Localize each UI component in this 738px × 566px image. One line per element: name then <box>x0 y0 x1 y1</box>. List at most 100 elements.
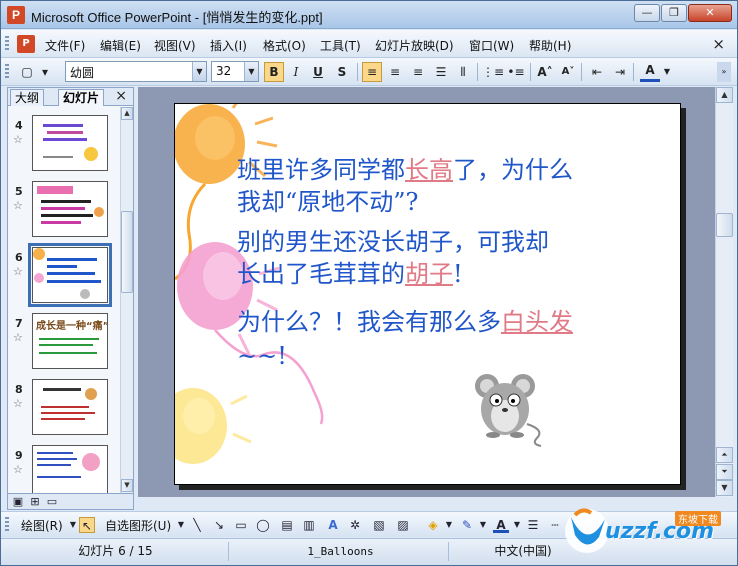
decrease-font-icon[interactable]: A˅ <box>558 62 578 82</box>
scroll-down-icon[interactable]: ▼ <box>716 480 733 496</box>
bullets-icon[interactable]: •≡ <box>506 62 526 82</box>
align-left-icon[interactable]: ≡ <box>362 62 382 82</box>
slide-position-status: 幻灯片 6 / 15 <box>3 542 229 561</box>
slide-scrollbar[interactable]: ▲ ⏶ ⏷ ▼ <box>715 87 733 497</box>
slide-thumbnail-row[interactable]: 9 ☆ <box>8 441 120 493</box>
slide-thumbnail-row[interactable]: 5 ☆ <box>8 177 120 239</box>
italic-button[interactable]: I <box>286 62 306 82</box>
font-color-button[interactable]: A <box>640 62 660 82</box>
align-center-icon[interactable]: ≡ <box>385 62 405 82</box>
chevron-down-icon[interactable]: ▼ <box>192 62 206 81</box>
vertical-textbox-icon[interactable]: ▥ <box>301 517 317 533</box>
new-slide-icon[interactable]: ▢ <box>17 62 37 82</box>
increase-indent-icon[interactable]: ⇥ <box>610 62 630 82</box>
menu-tools[interactable]: 工具(T) <box>320 37 361 54</box>
slide-thumbnail-row[interactable]: 8 ☆ <box>8 375 120 437</box>
menu-insert[interactable]: 插入(I) <box>210 37 247 54</box>
tab-slides[interactable]: 幻灯片 <box>58 89 105 106</box>
align-right-icon[interactable]: ≡ <box>408 62 428 82</box>
font-color-draw-icon[interactable]: A <box>493 517 509 533</box>
slide-sorter-icon[interactable]: ⊞ <box>27 494 43 510</box>
formatting-toolbar: ▢ ▾ 幼圆 ▼ 32 ▼ B I U S ≡ ≡ ≡ ☰ ⦀ ⋮≡ •≡ A˄… <box>1 58 737 86</box>
fill-color-icon[interactable]: ◈ <box>425 517 441 533</box>
document-close-icon[interactable]: × <box>712 35 725 53</box>
font-color-dropdown-icon[interactable]: ▼ <box>661 62 673 82</box>
line-style-icon[interactable]: ☰ <box>525 517 541 533</box>
tab-outline[interactable]: 大纲 <box>10 89 45 106</box>
underline-button[interactable]: U <box>308 62 328 82</box>
bold-button[interactable]: B <box>264 62 284 82</box>
document-icon[interactable]: P <box>17 35 35 53</box>
increase-font-icon[interactable]: A˄ <box>535 62 555 82</box>
line-tool-icon[interactable]: ╲ <box>189 517 205 533</box>
previous-slide-icon[interactable]: ⏶ <box>716 447 733 463</box>
next-slide-icon[interactable]: ⏷ <box>716 464 733 480</box>
slide-thumbnail[interactable] <box>32 115 108 171</box>
slide-thumbnail[interactable] <box>32 379 108 435</box>
chevron-down-icon[interactable]: ▼ <box>441 517 457 533</box>
diagram-icon[interactable]: ✲ <box>347 517 363 533</box>
chevron-down-icon[interactable]: ▼ <box>475 517 491 533</box>
scroll-thumb[interactable] <box>716 213 733 237</box>
slideshow-view-icon[interactable]: ▭ <box>44 494 60 510</box>
slide-text-line[interactable]: 班里许多同学都长高了，为什么 <box>237 154 573 186</box>
slide-thumbnail-row[interactable]: 6 ☆ <box>8 243 120 307</box>
close-button[interactable]: ✕ <box>688 4 732 22</box>
picture-icon[interactable]: ▨ <box>395 517 411 533</box>
menu-help[interactable]: 帮助(H) <box>529 37 571 54</box>
menu-edit[interactable]: 编辑(E) <box>100 37 141 54</box>
scroll-thumb[interactable] <box>121 211 133 293</box>
slide-thumbnail-row[interactable]: 4 ☆ <box>8 111 120 173</box>
autoshapes-button[interactable]: 自选图形(U) <box>105 517 171 534</box>
slide-thumbnail-selected[interactable] <box>28 243 112 307</box>
numbering-icon[interactable]: ⋮≡ <box>482 62 504 82</box>
slide-thumbnail[interactable]: 成长是一种“痛” <box>32 313 108 369</box>
minimize-button[interactable]: — <box>634 4 660 22</box>
font-size-combo[interactable]: 32 ▼ <box>211 61 259 82</box>
clipart-icon[interactable]: ▧ <box>371 517 387 533</box>
slide-text-line[interactable]: 为什么？！我会有那么多白头发 <box>237 306 573 338</box>
toolbar-options-icon[interactable]: ▾ <box>39 62 51 82</box>
panel-close-icon[interactable]: × <box>115 88 127 104</box>
powerpoint-app-icon[interactable]: P <box>7 6 25 24</box>
slide-text-line[interactable]: ~~! <box>237 340 287 372</box>
toolbar-overflow-icon[interactable]: » <box>717 62 731 82</box>
toolbar-grip[interactable] <box>5 64 9 80</box>
arrow-tool-icon[interactable]: ↘ <box>211 517 227 533</box>
menu-grip[interactable] <box>5 36 9 52</box>
menu-slideshow[interactable]: 幻灯片放映(D) <box>375 37 454 54</box>
slide-thumbnail-row[interactable]: 7 ☆ 成长是一种“痛” <box>8 309 120 371</box>
menu-window[interactable]: 窗口(W) <box>469 37 514 54</box>
chevron-down-icon[interactable]: ▼ <box>509 517 525 533</box>
restore-button[interactable]: ❐ <box>661 4 687 22</box>
menu-view[interactable]: 视图(V) <box>154 37 196 54</box>
slide-thumbnail[interactable] <box>32 445 108 493</box>
select-pointer-icon[interactable]: ↖ <box>79 517 95 533</box>
slide-thumbnail[interactable] <box>32 181 108 237</box>
menu-file[interactable]: 文件(F) <box>45 37 85 54</box>
drawbar-grip[interactable] <box>5 517 9 533</box>
font-name-combo[interactable]: 幼圆 ▼ <box>65 61 207 82</box>
textbox-tool-icon[interactable]: ▤ <box>279 517 295 533</box>
scroll-up-icon[interactable]: ▲ <box>716 87 733 103</box>
slide-text-line[interactable]: 我却“原地不动”? <box>237 186 418 218</box>
scroll-down-icon[interactable]: ▼ <box>121 479 133 492</box>
menu-format[interactable]: 格式(O) <box>263 37 306 54</box>
shadow-button[interactable]: S <box>332 62 352 82</box>
thumbnail-scrollbar[interactable]: ▲ ▼ <box>120 107 133 493</box>
current-slide[interactable]: 班里许多同学都长高了，为什么 我却“原地不动”? 别的男生还没长胡子，可我却 长… <box>174 103 681 485</box>
scroll-up-icon[interactable]: ▲ <box>121 107 133 120</box>
slide-text-line[interactable]: 别的男生还没长胡子，可我却 <box>237 226 549 258</box>
chevron-down-icon[interactable]: ▼ <box>173 517 189 533</box>
rectangle-tool-icon[interactable]: ▭ <box>233 517 249 533</box>
decrease-indent-icon[interactable]: ⇤ <box>587 62 607 82</box>
draw-menu-button[interactable]: 绘图(R) <box>21 517 63 534</box>
wordart-icon[interactable]: A <box>325 517 341 533</box>
normal-view-icon[interactable]: ▣ <box>10 494 26 510</box>
chevron-down-icon[interactable]: ▼ <box>244 62 258 81</box>
justify-icon[interactable]: ☰ <box>431 62 451 82</box>
oval-tool-icon[interactable]: ◯ <box>255 517 271 533</box>
line-color-icon[interactable]: ✎ <box>459 517 475 533</box>
slide-text-line[interactable]: 长出了毛茸茸的胡子! <box>237 258 463 290</box>
distribute-icon[interactable]: ⦀ <box>453 62 473 82</box>
